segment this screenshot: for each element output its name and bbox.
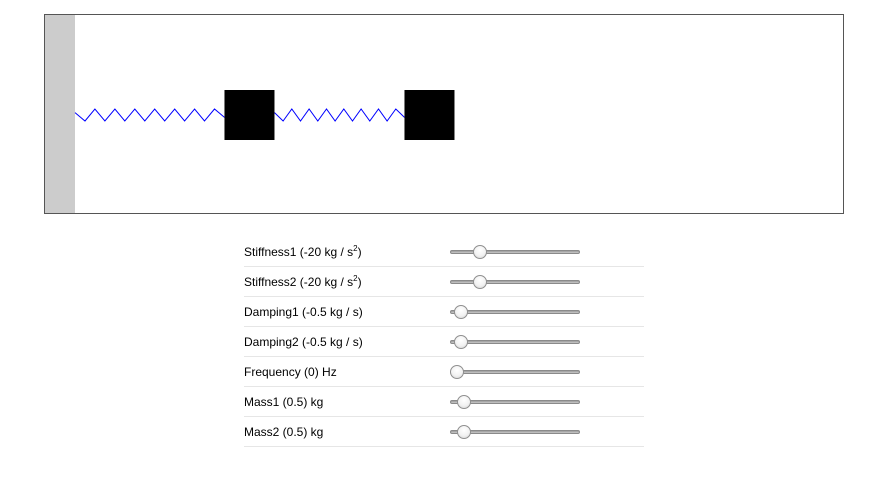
mass-1 [224,90,275,140]
stiffness2-slider-thumb[interactable] [473,275,487,289]
frequency-label-text: Frequency (0) Hz [244,365,337,379]
simulation-canvas [44,14,844,214]
control-row-stiffness2: Stiffness2 (-20 kg / s2) [244,267,644,297]
mass2-slider-thumb[interactable] [457,425,471,439]
control-row-frequency: Frequency (0) Hz [244,357,644,387]
mass2-label: Mass2 (0.5) kg [244,425,323,439]
wall [45,15,75,213]
mass2-label-text: Mass2 (0.5) kg [244,425,324,439]
control-panel: Stiffness1 (-20 kg / s2) Stiffness2 (-20 … [244,237,644,447]
control-row-damping2: Damping2 (-0.5 kg / s) [244,327,644,357]
control-row-stiffness1: Stiffness1 (-20 kg / s2) [244,237,644,267]
damping1-label: Damping1 (-0.5 kg / s) [244,305,363,319]
mass2-slider[interactable] [450,425,580,439]
stiffness2-label-suffix: ) [357,275,362,289]
damping2-slider-track[interactable] [450,340,580,344]
stiffness1-slider-track[interactable] [450,250,580,254]
frequency-slider-thumb[interactable] [449,365,464,379]
mass-2 [404,90,455,140]
stiffness1-slider[interactable] [450,245,580,259]
mass1-label: Mass1 (0.5) kg [244,395,323,409]
stiffness1-slider-thumb[interactable] [473,245,487,259]
simulation-drawing [45,15,455,213]
damping1-slider[interactable] [450,305,580,319]
mass1-slider[interactable] [450,395,580,409]
control-row-mass2: Mass2 (0.5) kg [244,417,644,447]
spring-2 [274,108,405,122]
stiffness1-label: Stiffness1 (-20 kg / s2) [244,245,362,260]
stiffness2-label: Stiffness2 (-20 kg / s2) [244,275,362,290]
stiffness1-label-suffix: ) [357,245,362,259]
damping2-label: Damping2 (-0.5 kg / s) [244,335,363,349]
frequency-label: Frequency (0) Hz [244,365,337,379]
control-row-damping1: Damping1 (-0.5 kg / s) [244,297,644,327]
frequency-slider-track[interactable] [450,370,580,374]
frequency-slider[interactable] [449,365,580,379]
stiffness2-label-text: Stiffness2 (-20 kg / s [244,275,354,289]
stiffness2-slider-track[interactable] [450,280,580,284]
damping1-slider-thumb[interactable] [453,305,468,319]
damping1-label-text: Damping1 (-0.5 kg / s) [244,305,363,319]
stiffness1-label-text: Stiffness1 (-20 kg / s [244,245,354,259]
stiffness2-slider[interactable] [450,275,580,289]
damping1-slider-track[interactable] [450,310,580,314]
damping2-label-text: Damping2 (-0.5 kg / s) [244,335,363,349]
control-row-mass1: Mass1 (0.5) kg [244,387,644,417]
damping2-slider[interactable] [450,335,580,349]
mass1-slider-thumb[interactable] [457,395,471,409]
damping2-slider-thumb[interactable] [453,335,468,349]
spring-1 [74,108,225,122]
mass1-label-text: Mass1 (0.5) kg [244,395,324,409]
